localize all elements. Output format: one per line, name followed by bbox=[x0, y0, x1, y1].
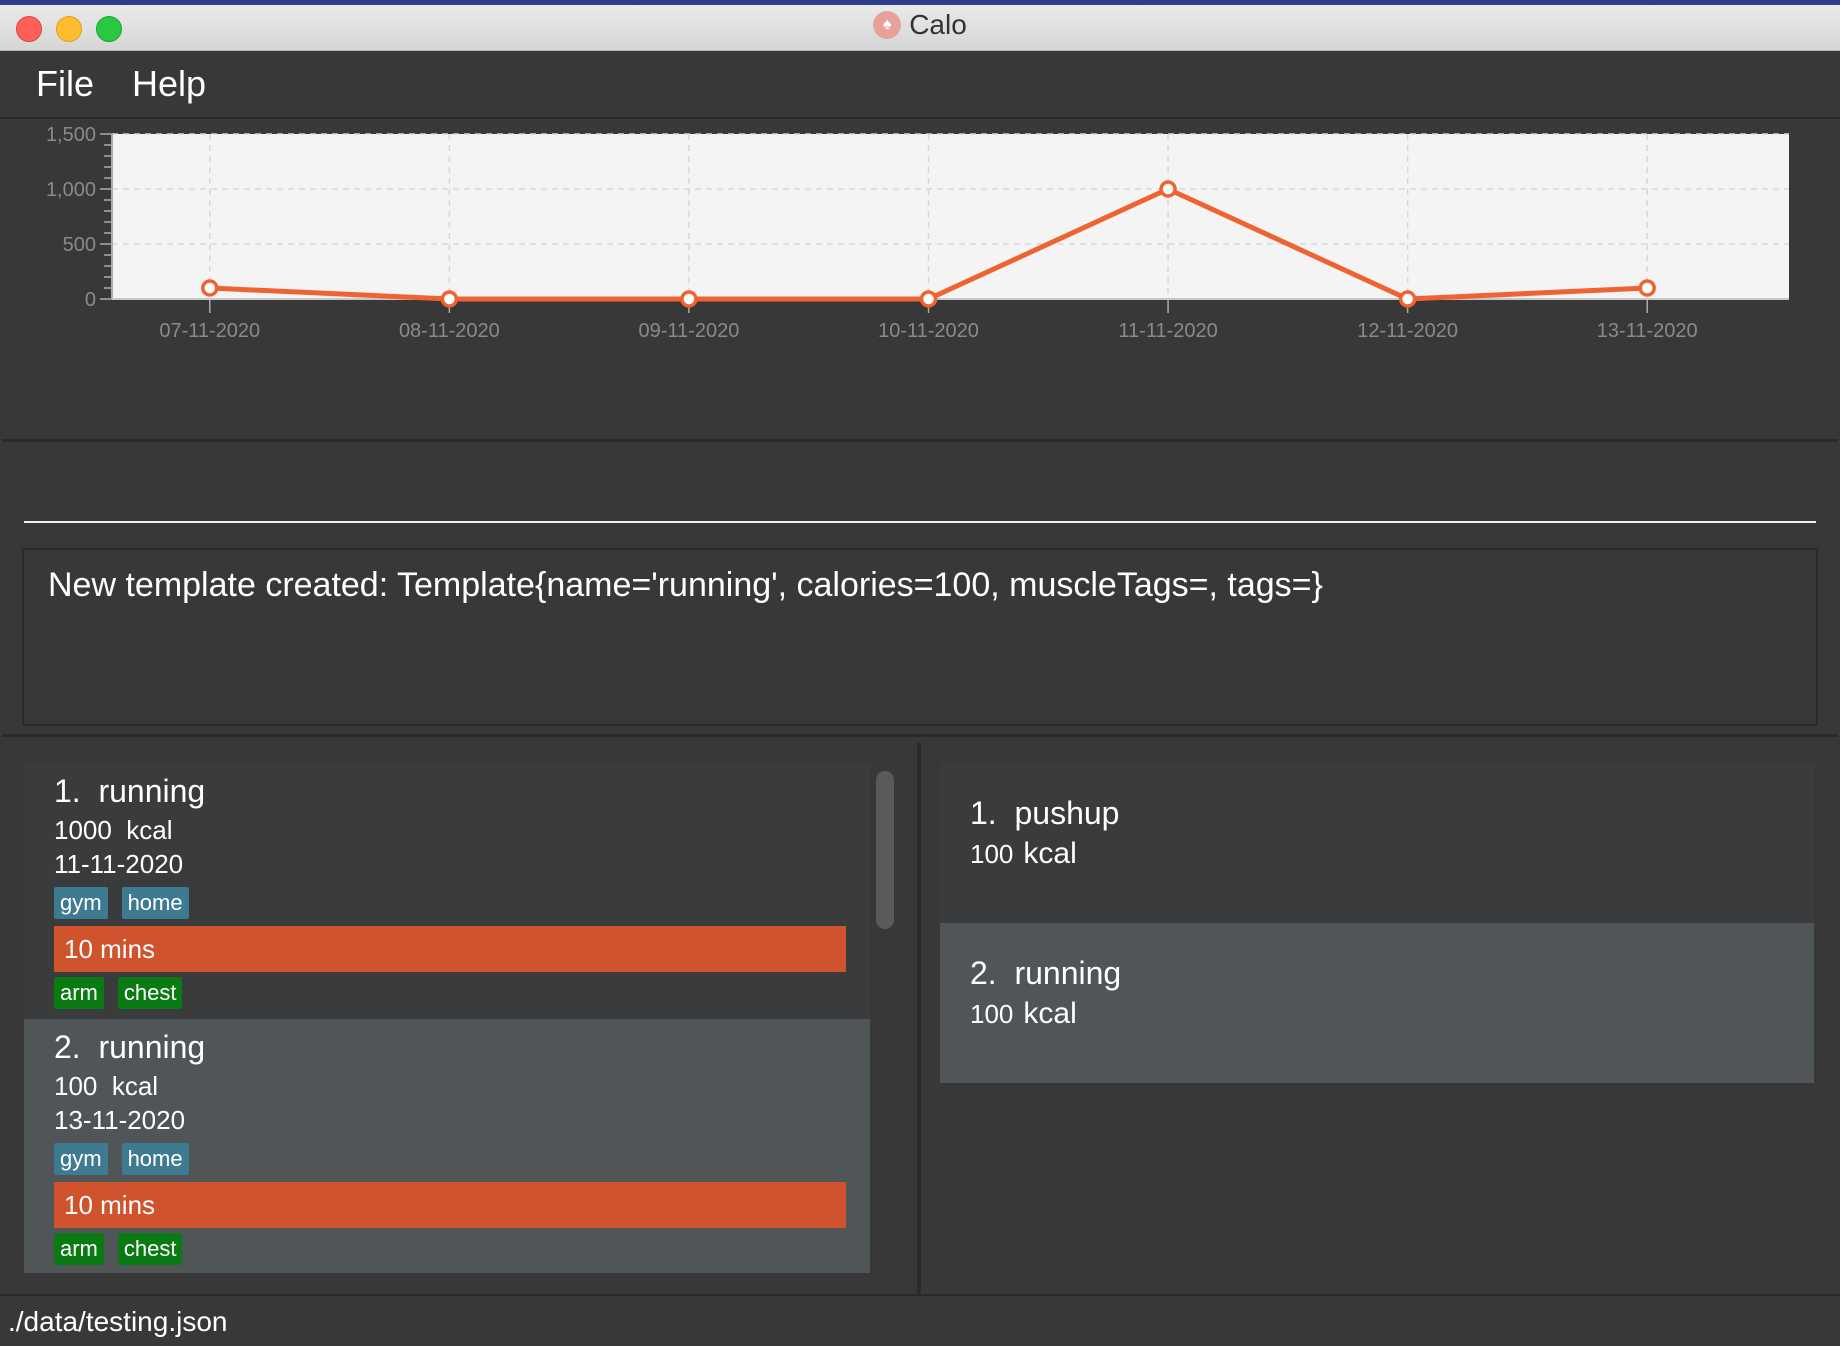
result-message: New template created: Template{name='run… bbox=[48, 566, 1323, 604]
muscle-tag-label: chest bbox=[117, 977, 183, 1009]
data-point bbox=[1638, 279, 1656, 297]
exercise-list[interactable]: 1. running 1000 kcal 11-11-2020 gym home… bbox=[24, 763, 870, 1273]
command-underline bbox=[24, 521, 1816, 523]
duration-bar: 10 mins bbox=[54, 1182, 846, 1228]
status-bar: ./data/testing.json bbox=[0, 1294, 1840, 1346]
x-tick-label: 10-11-2020 bbox=[878, 320, 979, 342]
template-title: 1. pushup bbox=[970, 795, 1119, 832]
menu-file[interactable]: File bbox=[0, 63, 114, 105]
muscle-tag-label: arm bbox=[54, 977, 104, 1009]
calories-value: 100 bbox=[54, 1071, 98, 1101]
menu-bar: File Help bbox=[0, 51, 1840, 119]
title-bar: ♠ Calo bbox=[0, 0, 1840, 51]
data-point bbox=[1159, 180, 1177, 198]
x-tick-label: 11-11-2020 bbox=[1118, 320, 1217, 342]
muscle-tag-label: arm bbox=[54, 1233, 104, 1265]
tag-label: home bbox=[121, 887, 189, 919]
y-tick-label: 0 bbox=[85, 289, 96, 311]
save-file-path: ./data/testing.json bbox=[8, 1306, 228, 1337]
muscle-tag-row: arm chest bbox=[54, 1233, 183, 1265]
template-title: 2. running bbox=[970, 955, 1121, 992]
template-calories: 100 kcal bbox=[970, 837, 1077, 871]
data-point bbox=[680, 290, 698, 308]
exercise-index: 2. bbox=[54, 1029, 81, 1065]
data-point bbox=[201, 279, 219, 297]
template-name: running bbox=[1014, 955, 1122, 991]
y-tick-label: 1,000 bbox=[46, 179, 96, 201]
window-title: Calo bbox=[909, 9, 967, 40]
exercise-card[interactable]: 1. running 1000 kcal 11-11-2020 gym home… bbox=[24, 763, 870, 1019]
x-tick-label: 12-11-2020 bbox=[1357, 320, 1458, 342]
x-tick-label: 13-11-2020 bbox=[1597, 320, 1698, 342]
calories-value: 1000 bbox=[54, 815, 112, 845]
calories-unit: kcal bbox=[111, 1071, 159, 1101]
template-calories-value: 100 bbox=[970, 839, 1014, 869]
exercise-title: 1. running bbox=[54, 773, 205, 810]
calorie-chart-panel: 0 500 1,000 1,500 07-11-2020 08-11-2020 09-11-… bbox=[2, 119, 1838, 442]
template-list[interactable]: 1. pushup 100 kcal 2. running 100 kcal bbox=[940, 763, 1814, 1083]
app-window: ♠ Calo File Help 0 500 1,000 1,500 07-11-202… bbox=[0, 0, 1840, 1346]
muscle-tag-label: chest bbox=[117, 1233, 183, 1265]
list-divider[interactable] bbox=[917, 743, 921, 1295]
template-calories-unit: kcal bbox=[1023, 837, 1077, 870]
exercise-date: 11-11-2020 bbox=[54, 849, 184, 879]
calories-unit: kcal bbox=[126, 815, 173, 845]
template-index: 2. bbox=[970, 955, 997, 991]
command-input[interactable] bbox=[24, 452, 1820, 514]
x-tick-label: 07-11-2020 bbox=[159, 320, 260, 342]
template-calories: 100 kcal bbox=[970, 997, 1077, 1031]
lists-area: 1. running 1000 kcal 11-11-2020 gym home… bbox=[2, 734, 1838, 1295]
exercise-calories: 100 kcal bbox=[54, 1071, 158, 1102]
exercise-calories: 1000 kcal bbox=[54, 815, 173, 846]
y-tick-label: 1,500 bbox=[46, 124, 96, 146]
tag-label: home bbox=[121, 1143, 189, 1175]
exercise-list-scrollbar[interactable] bbox=[876, 771, 894, 929]
result-display: New template created: Template{name='run… bbox=[22, 548, 1818, 726]
template-calories-value: 100 bbox=[970, 999, 1014, 1029]
data-point bbox=[440, 290, 459, 308]
data-point bbox=[1398, 290, 1417, 308]
exercise-card[interactable]: 2. running 100 kcal 13-11-2020 gym home … bbox=[24, 1019, 870, 1273]
menu-help[interactable]: Help bbox=[114, 63, 226, 105]
exercise-name: running bbox=[98, 1029, 206, 1065]
duration-bar: 10 mins bbox=[54, 926, 846, 972]
tag-row: gym home bbox=[54, 887, 189, 919]
exercise-date: 13-11-2020 bbox=[54, 1105, 186, 1135]
command-box bbox=[0, 442, 1840, 537]
exercise-name: running bbox=[98, 773, 206, 809]
app-logo-icon: ♠ bbox=[873, 11, 902, 39]
exercise-index: 1. bbox=[54, 773, 81, 809]
x-tick-label: 09-11-2020 bbox=[639, 320, 740, 342]
muscle-tag-row: arm chest bbox=[54, 977, 183, 1009]
x-tick-label: 08-11-2020 bbox=[399, 320, 500, 342]
template-card[interactable]: 1. pushup 100 kcal bbox=[940, 763, 1814, 923]
calorie-line-chart: 0 500 1,000 1,500 07-11-2020 08-11-2020 09-11-… bbox=[46, 124, 1789, 342]
template-card[interactable]: 2. running 100 kcal bbox=[940, 923, 1814, 1083]
exercise-title: 2. running bbox=[54, 1029, 205, 1066]
tag-label: gym bbox=[54, 887, 108, 919]
template-index: 1. bbox=[970, 795, 997, 831]
template-calories-unit: kcal bbox=[1023, 997, 1077, 1030]
tag-row: gym home bbox=[54, 1143, 189, 1175]
tag-label: gym bbox=[54, 1143, 108, 1175]
data-point bbox=[919, 290, 938, 308]
y-tick-label: 500 bbox=[63, 234, 96, 256]
plot-background bbox=[112, 134, 1789, 299]
template-name: pushup bbox=[1014, 795, 1120, 831]
